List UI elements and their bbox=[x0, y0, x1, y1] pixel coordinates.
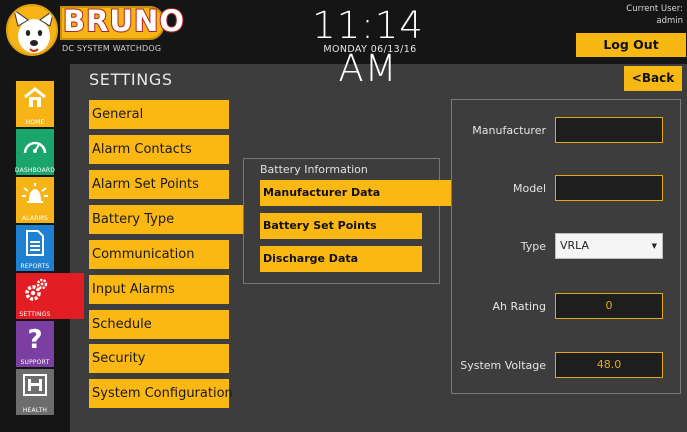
sidebar-item-dashboard[interactable]: DASHBOARD bbox=[15, 129, 55, 175]
menu-item-communication[interactable]: Communication bbox=[89, 240, 229, 269]
bruno-dog-logo-icon bbox=[6, 4, 58, 56]
menu-item-alarm-set-points[interactable]: Alarm Set Points bbox=[89, 170, 229, 199]
sidebar-item-reports[interactable]: REPORTS bbox=[16, 225, 54, 271]
manufacturer-field[interactable] bbox=[555, 117, 663, 143]
menu-item-system-configuration[interactable]: System Configuration bbox=[89, 379, 233, 408]
health-icon bbox=[23, 374, 47, 396]
alarm-bell-icon bbox=[22, 183, 48, 203]
menu-item-security[interactable]: Security bbox=[89, 344, 229, 373]
sidebar-item-settings[interactable]: SETTINGS bbox=[16, 273, 84, 319]
sidebar-item-label: DASHBOARD bbox=[14, 167, 56, 174]
menu-item-input-alarms[interactable]: Input Alarms bbox=[89, 275, 229, 304]
battery-information-title: Battery Information bbox=[260, 163, 368, 176]
sidebar: HOME DASHBOARD ALARMS REPORTS SETTINGS ?… bbox=[0, 64, 84, 432]
type-label: Type bbox=[520, 240, 546, 253]
system-voltage-field[interactable]: 48.0 bbox=[555, 352, 663, 378]
menu-item-alarm-contacts[interactable]: Alarm Contacts bbox=[89, 135, 229, 164]
manufacturer-label: Manufacturer bbox=[472, 124, 546, 137]
current-user-name: admin bbox=[656, 16, 683, 26]
document-icon bbox=[26, 230, 44, 256]
brand-name: BRUNO bbox=[62, 3, 185, 39]
current-user-label: Current User: bbox=[626, 4, 683, 14]
logout-button[interactable]: Log Out bbox=[576, 33, 686, 57]
sidebar-item-alarms[interactable]: ALARMS bbox=[16, 177, 54, 223]
sidebar-item-label: HEALTH bbox=[22, 407, 48, 414]
sidebar-item-label: SETTINGS bbox=[19, 311, 51, 318]
home-icon bbox=[24, 87, 46, 107]
sidebar-item-label: REPORTS bbox=[20, 263, 50, 270]
sidebar-item-home[interactable]: HOME bbox=[16, 81, 54, 127]
menu-item-battery-type[interactable]: Battery Type bbox=[89, 205, 253, 234]
page-title: SETTINGS bbox=[89, 70, 173, 89]
ah-rating-label: Ah Rating bbox=[492, 300, 546, 313]
gauge-icon bbox=[23, 141, 47, 154]
gears-icon bbox=[25, 278, 48, 301]
app-root: BRUNO DC SYSTEM WATCHDOG 11:14 AM MONDAY… bbox=[0, 0, 687, 432]
type-select[interactable]: VRLA ▼ bbox=[555, 233, 663, 259]
clock-date: MONDAY 06/13/16 bbox=[323, 44, 417, 55]
menu-item-general[interactable]: General bbox=[89, 100, 229, 129]
question-icon: ? bbox=[27, 325, 42, 354]
discharge-data-button[interactable]: Discharge Data bbox=[260, 246, 422, 272]
sidebar-item-health[interactable]: HEALTH bbox=[16, 369, 54, 415]
ah-rating-field[interactable]: 0 bbox=[555, 293, 663, 319]
sidebar-item-label: ALARMS bbox=[21, 215, 49, 222]
system-voltage-label: System Voltage bbox=[460, 359, 546, 372]
back-button[interactable]: <Back bbox=[624, 66, 682, 91]
sidebar-item-label: SUPPORT bbox=[20, 359, 50, 366]
dropdown-caret-icon: ▼ bbox=[651, 242, 657, 250]
brand-subtitle: DC SYSTEM WATCHDOG bbox=[62, 44, 162, 53]
battery-set-points-button[interactable]: Battery Set Points bbox=[260, 213, 422, 239]
sidebar-item-label: HOME bbox=[25, 119, 45, 126]
menu-item-schedule[interactable]: Schedule bbox=[89, 310, 229, 339]
sidebar-item-support[interactable]: ? SUPPORT bbox=[16, 321, 54, 367]
manufacturer-data-button[interactable]: Manufacturer Data bbox=[260, 180, 468, 206]
type-select-value: VRLA bbox=[560, 239, 590, 252]
model-field[interactable] bbox=[555, 175, 663, 201]
svg-text:?: ? bbox=[27, 325, 42, 354]
model-label: Model bbox=[512, 182, 546, 195]
header-bar: BRUNO DC SYSTEM WATCHDOG 11:14 AM MONDAY… bbox=[0, 0, 687, 90]
